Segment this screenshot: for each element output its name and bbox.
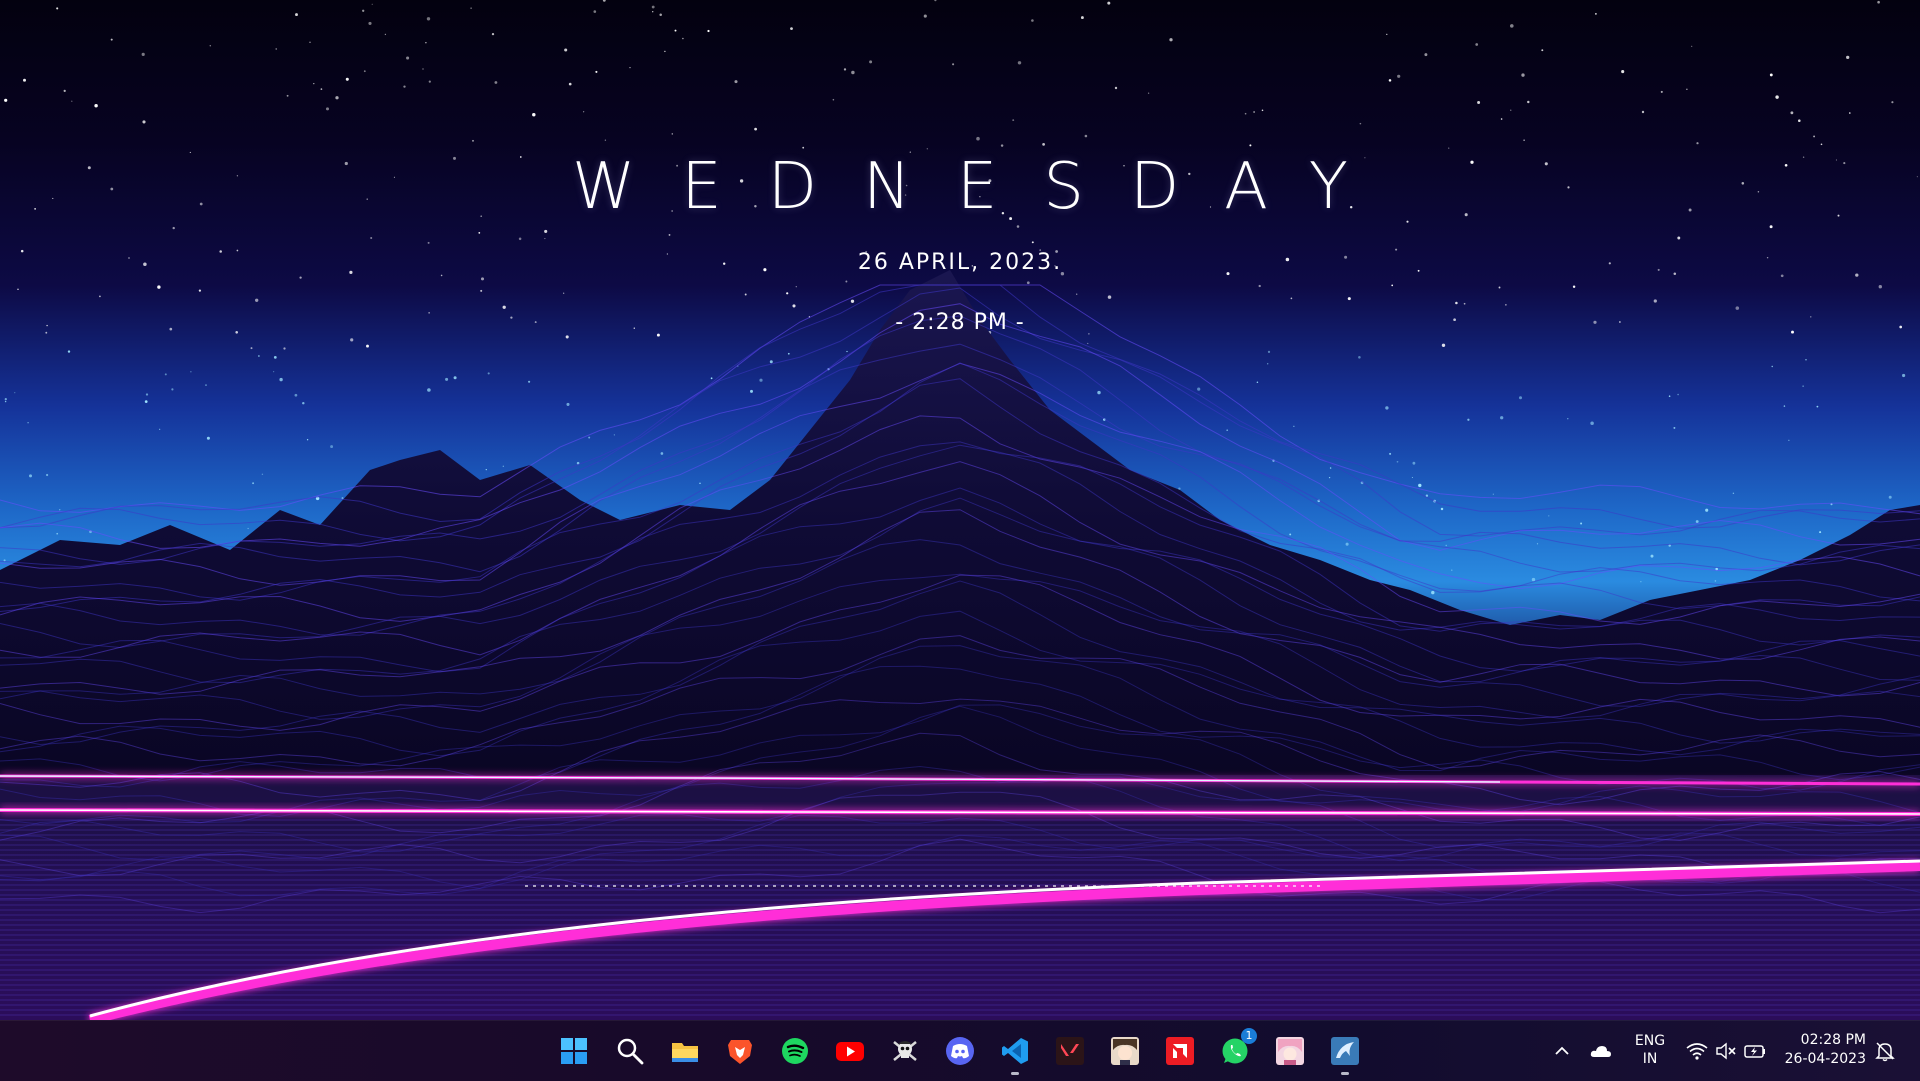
spotify-icon (782, 1038, 808, 1064)
quick-settings-button[interactable] (1685, 1040, 1767, 1062)
skull-icon (893, 1041, 917, 1061)
file-explorer-button[interactable] (665, 1031, 705, 1071)
anime-app-1-button[interactable] (1105, 1031, 1145, 1071)
chevron-up-icon (1555, 1046, 1569, 1055)
widget-time: - 2:28 PM - (895, 310, 1025, 335)
vscode-button[interactable] (995, 1031, 1035, 1075)
amd-software-button[interactable] (1160, 1031, 1200, 1071)
anime-avatar-icon (1111, 1037, 1139, 1065)
taskbar-date: 26-04-2023 (1784, 1051, 1866, 1067)
valorant-icon (1056, 1037, 1084, 1065)
anime-app-2-button[interactable] (1270, 1031, 1310, 1071)
desktop-wallpaper: WEDNESDAY 26 APRIL, 2023. - 2:28 PM - (0, 0, 1920, 1020)
brave-lion-icon (728, 1040, 752, 1064)
youtube-button[interactable] (830, 1031, 870, 1071)
brave-browser-button[interactable] (720, 1031, 760, 1071)
pirate-app-button[interactable] (885, 1031, 925, 1071)
cloud-icon (1590, 1046, 1611, 1057)
running-indicator (1011, 1072, 1019, 1075)
anime-avatar-icon (1276, 1037, 1304, 1065)
bell-icon (1875, 1042, 1895, 1062)
taskbar-clock[interactable]: 02:28 PM 26-04-2023 (1775, 1031, 1866, 1069)
wifi-icon (1686, 1043, 1708, 1060)
language-indicator[interactable]: ENG IN (1629, 1032, 1671, 1068)
start-button[interactable] (554, 1031, 594, 1071)
language-code: ENG (1634, 1033, 1666, 1049)
youtube-icon (836, 1042, 864, 1061)
widget-day: WEDNESDAY (572, 150, 1394, 224)
windows-logo-icon (561, 1038, 587, 1064)
vscode-icon (1002, 1038, 1028, 1064)
widget-date: 26 APRIL, 2023. (857, 250, 1063, 275)
taskbar-time: 02:28 PM (1800, 1032, 1866, 1048)
search-button[interactable] (610, 1031, 650, 1071)
folder-icon (672, 1043, 698, 1062)
discord-icon (946, 1037, 974, 1065)
mysql-workbench-button[interactable] (1325, 1031, 1365, 1075)
whatsapp-button[interactable]: 1 (1215, 1028, 1257, 1071)
dolphin-icon (1331, 1037, 1359, 1065)
show-hidden-icons-button[interactable] (1552, 1041, 1572, 1061)
search-icon (617, 1038, 644, 1065)
battery-charging-icon (1744, 1045, 1765, 1058)
onedrive-button[interactable] (1589, 1040, 1613, 1062)
valorant-button[interactable] (1050, 1031, 1090, 1071)
discord-button[interactable] (940, 1031, 980, 1071)
spotify-button[interactable] (775, 1031, 815, 1071)
region-code: IN (1642, 1051, 1658, 1067)
notification-badge: 1 (1241, 1028, 1257, 1044)
running-indicator (1341, 1072, 1349, 1075)
amd-icon (1166, 1037, 1194, 1065)
taskbar: 1 ENG IN 02:28 PM 26-04-2023 (0, 1020, 1920, 1081)
volume-muted-icon (1716, 1042, 1736, 1060)
notifications-button[interactable] (1874, 1040, 1896, 1062)
